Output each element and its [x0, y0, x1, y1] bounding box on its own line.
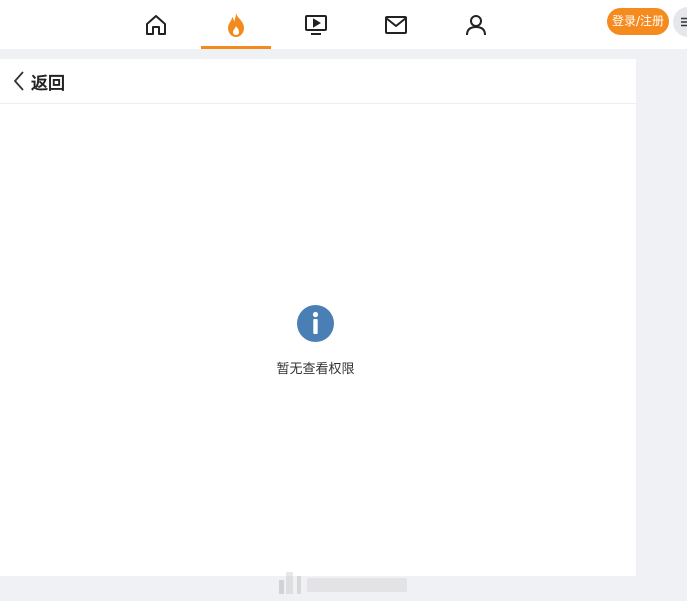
back-label: 返回: [31, 73, 65, 94]
no-permission-message: 暂无查看权限: [276, 362, 355, 377]
back-button[interactable]: 返回: [13, 69, 65, 94]
info-icon: [297, 305, 334, 342]
home-icon[interactable]: [121, 0, 191, 49]
user-icon[interactable]: [441, 0, 511, 49]
top-navigation-bar: 登录/注册: [0, 0, 687, 49]
watermark: [279, 572, 407, 594]
chevron-left-icon: [13, 71, 24, 91]
empty-state: 暂无查看权限: [0, 305, 631, 377]
flame-icon[interactable]: [201, 0, 271, 49]
active-tab-indicator: [201, 46, 271, 49]
login-register-button[interactable]: 登录/注册: [607, 8, 669, 35]
main-panel: 返回 暂无查看权限: [0, 59, 636, 576]
menu-icon[interactable]: [673, 7, 687, 37]
panel-header: 返回: [0, 59, 636, 104]
video-icon[interactable]: [281, 0, 351, 49]
mail-icon[interactable]: [361, 0, 431, 49]
